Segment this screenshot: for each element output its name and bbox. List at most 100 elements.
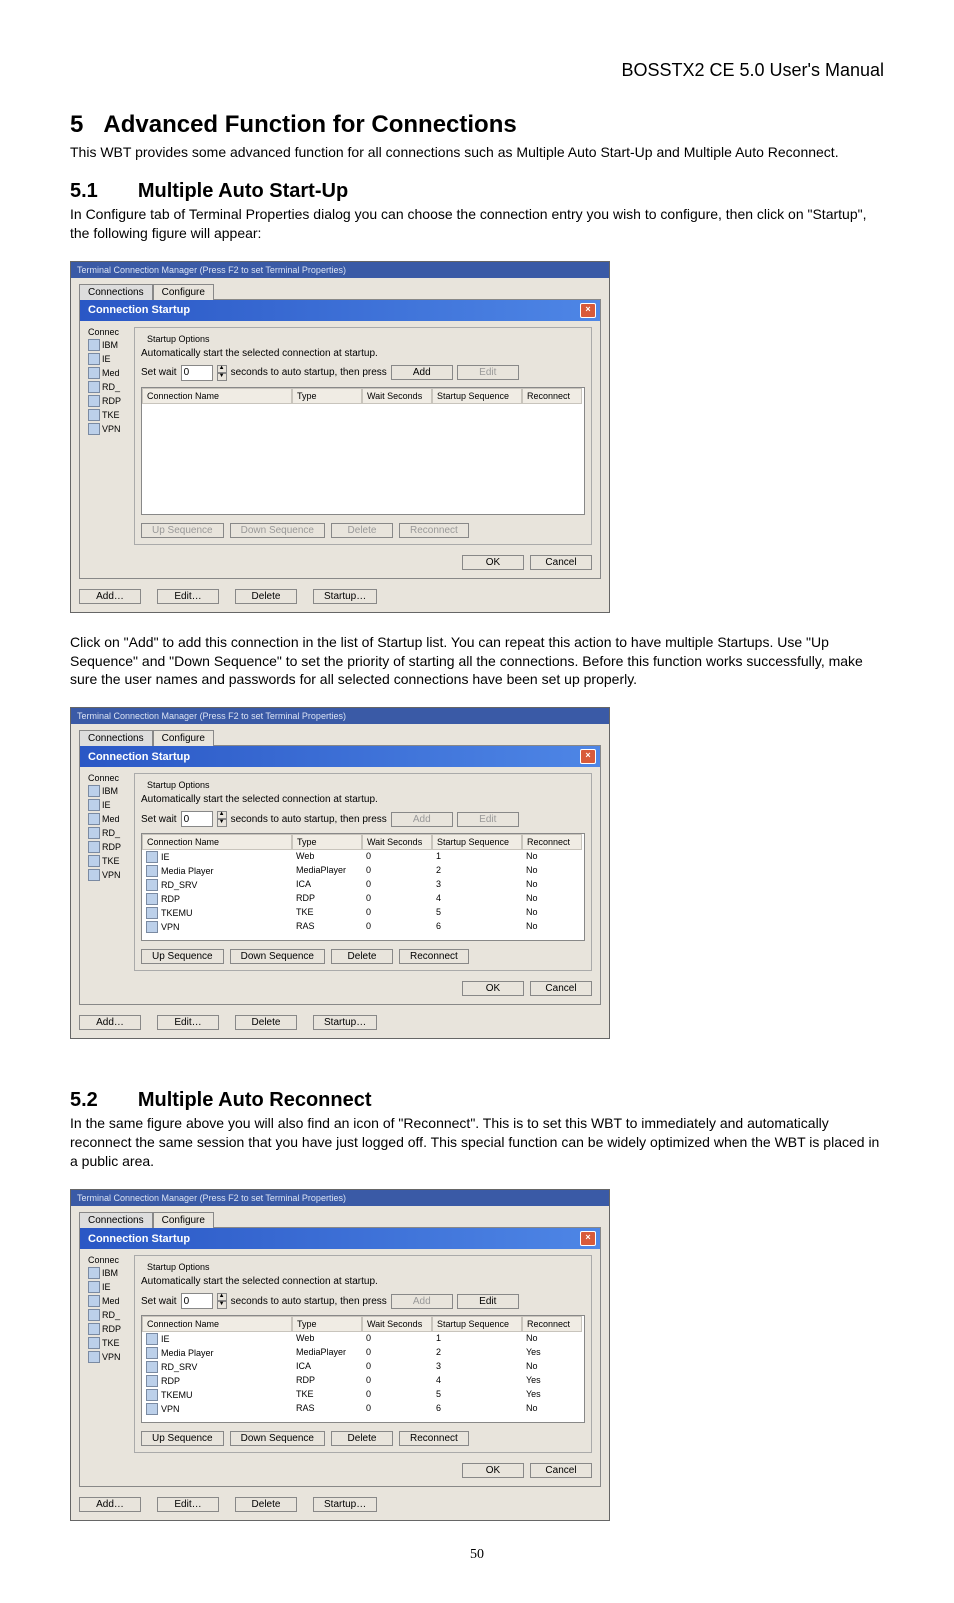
tcm-edit-button[interactable]: Edit…: [157, 1015, 219, 1030]
wait-seconds-input[interactable]: 0: [181, 811, 213, 827]
col-reconnect[interactable]: Reconnect: [522, 388, 582, 404]
delete-button[interactable]: Delete: [331, 1431, 393, 1446]
up-sequence-button[interactable]: Up Sequence: [141, 1431, 224, 1446]
tcm-startup-button[interactable]: Startup…: [313, 1015, 377, 1030]
ok-button[interactable]: OK: [462, 981, 524, 996]
sidebar-item[interactable]: IBM: [88, 339, 128, 351]
tcm-startup-button[interactable]: Startup…: [313, 1497, 377, 1512]
add-button[interactable]: Add: [391, 1294, 453, 1309]
sidebar-item[interactable]: RDP: [88, 841, 128, 853]
list-row[interactable]: Media PlayerMediaPlayer02No: [142, 864, 584, 878]
sidebar-item[interactable]: IBM: [88, 785, 128, 797]
sidebar-item[interactable]: VPN: [88, 1351, 128, 1363]
startup-list[interactable]: Connection Name Type Wait Seconds Startu…: [141, 387, 585, 515]
list-row[interactable]: IEWeb01No: [142, 1332, 584, 1346]
cancel-button[interactable]: Cancel: [530, 555, 592, 570]
tab-connections[interactable]: Connections: [79, 1212, 153, 1228]
col-connection-name[interactable]: Connection Name: [142, 834, 292, 850]
tab-connections[interactable]: Connections: [79, 730, 153, 746]
list-row[interactable]: RDPRDP04Yes: [142, 1374, 584, 1388]
wait-seconds-spinner[interactable]: ▲▼: [217, 365, 227, 381]
startup-list[interactable]: Connection Name Type Wait Seconds Startu…: [141, 1315, 585, 1423]
list-row[interactable]: RD_SRVICA03No: [142, 878, 584, 892]
sidebar-item[interactable]: VPN: [88, 869, 128, 881]
col-type[interactable]: Type: [292, 834, 362, 850]
reconnect-button[interactable]: Reconnect: [399, 949, 469, 964]
close-icon[interactable]: ×: [580, 303, 596, 318]
list-row[interactable]: VPNRAS06No: [142, 920, 584, 934]
tcm-delete-button[interactable]: Delete: [235, 1497, 297, 1512]
col-connection-name[interactable]: Connection Name: [142, 1316, 292, 1332]
add-button[interactable]: Add: [391, 365, 453, 380]
list-row[interactable]: TKEMUTKE05No: [142, 906, 584, 920]
tab-configure[interactable]: Configure: [153, 284, 214, 300]
sidebar-item[interactable]: TKE: [88, 409, 128, 421]
down-sequence-button[interactable]: Down Sequence: [230, 1431, 325, 1446]
delete-button[interactable]: Delete: [331, 949, 393, 964]
tab-configure[interactable]: Configure: [153, 730, 214, 746]
tcm-edit-button[interactable]: Edit…: [157, 1497, 219, 1512]
delete-button[interactable]: Delete: [331, 523, 393, 538]
ok-button[interactable]: OK: [462, 1463, 524, 1478]
sidebar-item[interactable]: TKE: [88, 855, 128, 867]
list-row[interactable]: Media PlayerMediaPlayer02Yes: [142, 1346, 584, 1360]
list-row[interactable]: RDPRDP04No: [142, 892, 584, 906]
tcm-edit-button[interactable]: Edit…: [157, 589, 219, 604]
sidebar-item[interactable]: TKE: [88, 1337, 128, 1349]
sidebar-item[interactable]: Med: [88, 367, 128, 379]
sidebar-item[interactable]: IBM: [88, 1267, 128, 1279]
col-startup-sequence[interactable]: Startup Sequence: [432, 1316, 522, 1332]
tab-connections[interactable]: Connections: [79, 284, 153, 300]
edit-button[interactable]: Edit: [457, 365, 519, 380]
tcm-delete-button[interactable]: Delete: [235, 589, 297, 604]
sidebar-item[interactable]: RD_: [88, 1309, 128, 1321]
col-wait-seconds[interactable]: Wait Seconds: [362, 388, 432, 404]
wait-seconds-input[interactable]: 0: [181, 365, 213, 381]
down-sequence-button[interactable]: Down Sequence: [230, 523, 325, 538]
tcm-add-button[interactable]: Add…: [79, 1497, 141, 1512]
cancel-button[interactable]: Cancel: [530, 981, 592, 996]
wait-seconds-spinner[interactable]: ▲▼: [217, 811, 227, 827]
add-button[interactable]: Add: [391, 812, 453, 827]
tab-configure[interactable]: Configure: [153, 1212, 214, 1228]
col-wait-seconds[interactable]: Wait Seconds: [362, 1316, 432, 1332]
col-connection-name[interactable]: Connection Name: [142, 388, 292, 404]
sidebar-item[interactable]: RDP: [88, 395, 128, 407]
up-sequence-button[interactable]: Up Sequence: [141, 949, 224, 964]
sidebar-item[interactable]: Med: [88, 813, 128, 825]
sidebar-item[interactable]: IE: [88, 1281, 128, 1293]
tcm-startup-button[interactable]: Startup…: [313, 589, 377, 604]
tcm-add-button[interactable]: Add…: [79, 1015, 141, 1030]
list-row[interactable]: VPNRAS06No: [142, 1402, 584, 1416]
reconnect-button[interactable]: Reconnect: [399, 523, 469, 538]
list-row[interactable]: TKEMUTKE05Yes: [142, 1388, 584, 1402]
cancel-button[interactable]: Cancel: [530, 1463, 592, 1478]
up-sequence-button[interactable]: Up Sequence: [141, 523, 224, 538]
col-wait-seconds[interactable]: Wait Seconds: [362, 834, 432, 850]
col-type[interactable]: Type: [292, 388, 362, 404]
close-icon[interactable]: ×: [580, 749, 596, 764]
tcm-add-button[interactable]: Add…: [79, 589, 141, 604]
sidebar-item[interactable]: VPN: [88, 423, 128, 435]
startup-list[interactable]: Connection Name Type Wait Seconds Startu…: [141, 833, 585, 941]
wait-seconds-spinner[interactable]: ▲▼: [217, 1293, 227, 1309]
close-icon[interactable]: ×: [580, 1231, 596, 1246]
list-row[interactable]: IEWeb01No: [142, 850, 584, 864]
col-reconnect[interactable]: Reconnect: [522, 1316, 582, 1332]
sidebar-item[interactable]: RDP: [88, 1323, 128, 1335]
wait-seconds-input[interactable]: 0: [181, 1293, 213, 1309]
col-reconnect[interactable]: Reconnect: [522, 834, 582, 850]
list-row[interactable]: RD_SRVICA03No: [142, 1360, 584, 1374]
col-type[interactable]: Type: [292, 1316, 362, 1332]
col-startup-sequence[interactable]: Startup Sequence: [432, 388, 522, 404]
sidebar-item[interactable]: IE: [88, 353, 128, 365]
ok-button[interactable]: OK: [462, 555, 524, 570]
down-sequence-button[interactable]: Down Sequence: [230, 949, 325, 964]
edit-button[interactable]: Edit: [457, 812, 519, 827]
sidebar-item[interactable]: RD_: [88, 381, 128, 393]
reconnect-button[interactable]: Reconnect: [399, 1431, 469, 1446]
edit-button[interactable]: Edit: [457, 1294, 519, 1309]
tcm-delete-button[interactable]: Delete: [235, 1015, 297, 1030]
sidebar-item[interactable]: RD_: [88, 827, 128, 839]
sidebar-item[interactable]: IE: [88, 799, 128, 811]
